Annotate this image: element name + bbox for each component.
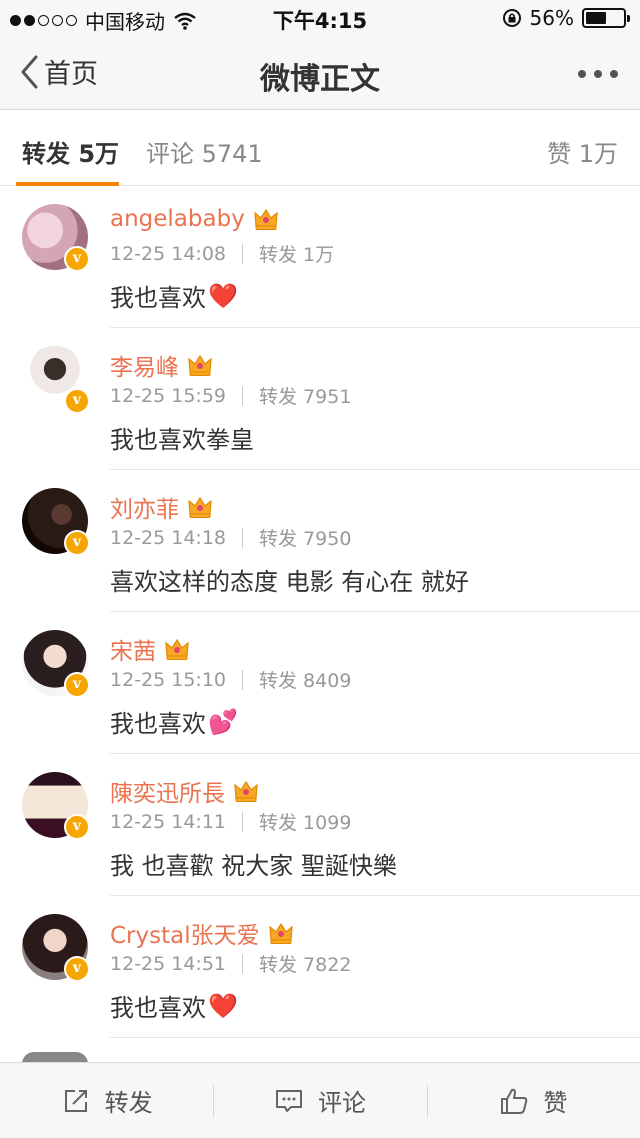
comment-button[interactable]: 评论: [213, 1063, 426, 1138]
username[interactable]: 陳奕迅所長: [110, 774, 225, 808]
vip-crown-icon: [234, 780, 258, 802]
repost-list: v angelababy 12-25 14:08 转发 1万 我也喜欢 ❤️ v …: [0, 186, 640, 1038]
battery-percent: 56%: [529, 6, 574, 30]
vip-crown-icon: [268, 922, 293, 944]
rotation-lock-icon: [502, 9, 521, 27]
post-time: 12-25 14:08: [110, 242, 227, 265]
verified-badge-icon: v: [64, 956, 90, 982]
list-item[interactable]: v 李易峰 12-25 15:59 转发 7951 我也喜欢拳皇: [0, 328, 640, 470]
bottom-toolbar: 转发 评论 赞: [0, 1062, 640, 1138]
repost-count: 转发 1万: [259, 244, 335, 266]
verified-badge-icon: v: [64, 672, 90, 698]
repost-button[interactable]: 转发: [0, 1063, 213, 1138]
repost-text: 喜欢这样的态度 电影 有心在 就好: [110, 568, 469, 596]
list-item[interactable]: v Crystal张天爱 12-25 14:51 转发 7822 我也喜欢 ❤️: [0, 896, 640, 1038]
like-label: 赞: [543, 1089, 568, 1117]
tab-reposts[interactable]: 转发 5万: [22, 134, 119, 169]
tab-comments[interactable]: 评论 5741: [146, 134, 263, 169]
comment-label: 评论: [317, 1089, 366, 1117]
list-item[interactable]: v 陳奕迅所長 12-25 14:11 转发 1099 我 也喜歡 祝大家 聖誕…: [0, 754, 640, 896]
emoji: 💕: [208, 707, 238, 736]
repost-count: 转发 7950: [259, 528, 352, 550]
list-item[interactable]: v 刘亦菲 12-25 14:18 转发 7950 喜欢这样的态度 电影 有心在…: [0, 470, 640, 612]
navigation-bar: 首页 微博正文: [0, 36, 640, 110]
username[interactable]: 宋茜: [110, 632, 156, 666]
repost-count: 转发 7951: [259, 386, 352, 408]
tab-likes[interactable]: 赞 1万: [547, 134, 618, 169]
verified-badge-icon: v: [64, 530, 90, 556]
post-time: 12-25 14:11: [110, 810, 227, 833]
comment-icon: [275, 1089, 302, 1112]
battery-icon: [582, 8, 630, 28]
username[interactable]: 李易峰: [110, 348, 179, 382]
post-time: 12-25 14:51: [110, 952, 227, 975]
share-icon: [64, 1089, 87, 1112]
repost-count: 转发 7822: [259, 954, 352, 976]
list-item[interactable]: v angelababy 12-25 14:08 转发 1万 我也喜欢 ❤️: [0, 186, 640, 328]
vip-crown-icon: [165, 638, 189, 660]
vip-crown-icon: [254, 208, 278, 230]
more-options-icon[interactable]: [578, 70, 618, 78]
emoji: ❤️: [208, 281, 238, 310]
like-button[interactable]: 赞: [426, 1063, 640, 1138]
repost-text: 我也喜欢: [110, 284, 206, 312]
repost-text: 我也喜欢拳皇: [110, 426, 254, 454]
username[interactable]: 刘亦菲: [110, 490, 179, 524]
status-bar: 中国移动 下午4:15 56%: [0, 0, 640, 36]
verified-badge-icon: v: [64, 814, 90, 840]
verified-badge-icon: v: [64, 246, 90, 272]
verified-badge-icon: v: [64, 388, 90, 414]
emoji: ❤️: [208, 991, 238, 1020]
repost-text: 我也喜欢: [110, 710, 206, 738]
repost-text: 我也喜欢: [110, 994, 206, 1022]
repost-count: 转发 1099: [259, 812, 352, 834]
post-time: 12-25 14:18: [110, 526, 227, 549]
vip-crown-icon: [188, 354, 212, 376]
repost-text: 我 也喜歡 祝大家 聖誕快樂: [110, 852, 397, 880]
username[interactable]: angelababy: [110, 206, 245, 232]
page-title: 微博正文: [260, 62, 380, 97]
post-time: 12-25 15:10: [110, 668, 227, 691]
thumbs-up-icon: [501, 1088, 528, 1114]
username[interactable]: Crystal张天爱: [110, 916, 260, 950]
repost-label: 转发: [104, 1089, 153, 1117]
post-time: 12-25 15:59: [110, 384, 227, 407]
list-item[interactable]: v 宋茜 12-25 15:10 转发 8409 我也喜欢 💕: [0, 612, 640, 754]
vip-crown-icon: [188, 496, 212, 518]
tab-bar: 转发 5万 评论 5741 赞 1万: [0, 110, 640, 186]
repost-count: 转发 8409: [259, 670, 352, 692]
